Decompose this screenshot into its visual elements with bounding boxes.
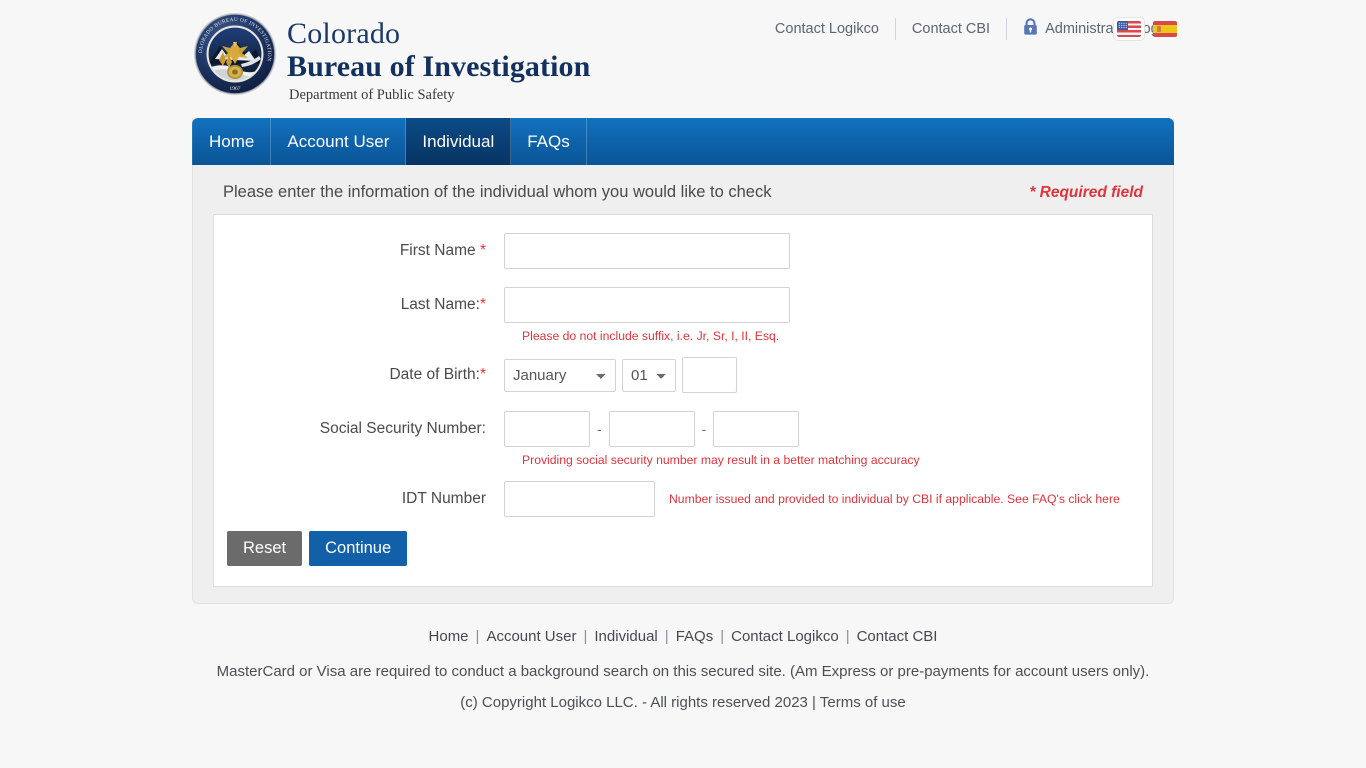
page-root: COLORADO BUREAU OF INVESTIGATION 1967 Co…	[0, 0, 1366, 768]
ssn-separator: -	[597, 421, 602, 437]
ssn-part2-input[interactable]	[608, 411, 695, 447]
last-name-label-text: Last Name:	[400, 296, 480, 313]
row-spacer	[214, 393, 1152, 411]
form-actions: Reset Continue	[214, 517, 1152, 566]
dob-month-select[interactable]: January	[504, 358, 616, 392]
footer-link-individual[interactable]: Individual	[587, 628, 664, 645]
footer-link-home[interactable]: Home	[422, 628, 476, 645]
footer-link-account-user[interactable]: Account User	[479, 628, 583, 645]
nav-tab-faqs[interactable]: FAQs	[511, 118, 587, 165]
ssn-label: Social Security Number:	[319, 420, 486, 437]
date-of-birth-required-mark: *	[479, 366, 486, 383]
form-instruction-text: Please enter the information of the indi…	[223, 183, 772, 201]
last-name-row: Last Name:*	[214, 287, 1152, 323]
idt-number-input[interactable]	[504, 481, 655, 517]
row-spacer	[214, 269, 1152, 287]
ssn-row: Social Security Number: - -	[214, 411, 1152, 447]
brand-text: Colorado Bureau of Investigation Departm…	[287, 12, 590, 104]
individual-search-form: First Name * Last Name:* Please do not i…	[213, 214, 1153, 587]
flag-es-icon	[1153, 21, 1177, 37]
last-name-hint: Please do not include suffix, i.e. Jr, S…	[522, 329, 780, 343]
last-name-input[interactable]	[504, 287, 790, 323]
first-name-label: First Name *	[214, 242, 504, 260]
idt-number-label: IDT Number	[401, 490, 486, 507]
header-utility-links: Contact Logikco Contact CBI Administrato…	[775, 18, 1170, 40]
footer-link-faqs[interactable]: FAQs	[669, 628, 721, 645]
footer-copyright-row: (c) Copyright Logikco LLC. - All rights …	[0, 694, 1366, 711]
ssn-separator: -	[701, 421, 707, 437]
svg-text:1967: 1967	[229, 86, 240, 92]
ssn-hint: Providing social security number may res…	[522, 453, 920, 467]
site-header: COLORADO BUREAU OF INVESTIGATION 1967 Co…	[0, 0, 1366, 110]
idt-number-row: IDT Number Number issued and provided to…	[214, 481, 1152, 517]
required-field-note: * Required field	[1029, 184, 1143, 201]
flag-us-icon	[1117, 21, 1141, 37]
brand-title-colorado: Colorado	[287, 17, 401, 50]
reset-button[interactable]: Reset	[227, 531, 303, 566]
date-of-birth-control: January 01	[504, 357, 737, 393]
last-name-control	[504, 287, 790, 323]
first-name-control	[504, 233, 790, 269]
nav-tab-home[interactable]: Home	[192, 118, 272, 165]
ssn-control: - -	[504, 411, 800, 447]
row-spacer	[214, 471, 1152, 481]
ssn-part3-input[interactable]	[713, 411, 800, 447]
nav-tab-individual[interactable]: Individual	[406, 118, 512, 165]
flag-es-button[interactable]	[1150, 18, 1180, 40]
flag-us-canton	[1117, 21, 1128, 30]
dob-day-select[interactable]: 01	[622, 358, 676, 392]
cbi-seal-icon: COLORADO BUREAU OF INVESTIGATION 1967	[191, 8, 277, 96]
date-of-birth-label: Date of Birth:*	[214, 366, 504, 384]
idt-number-control: Number issued and provided to individual…	[504, 481, 1120, 517]
brand-subtitle-dps: Department of Public Safety	[289, 86, 455, 103]
contact-cbi-link[interactable]: Contact CBI	[896, 21, 1006, 37]
footer-disclaimer: MasterCard or Visa are required to condu…	[216, 663, 1150, 680]
date-of-birth-row: Date of Birth:* January 01	[214, 357, 1152, 393]
first-name-required-mark: *	[479, 242, 486, 259]
first-name-label-text: First Name	[399, 242, 476, 259]
idt-number-hint: Number issued and provided to individual…	[669, 492, 1120, 506]
nav-tab-account-user[interactable]: Account User	[271, 118, 407, 165]
footer-link-contact-logikco[interactable]: Contact Logikco	[724, 628, 846, 645]
footer-separator: |	[845, 628, 850, 645]
footer-terms-link[interactable]: Terms of use	[820, 694, 906, 711]
form-header: Please enter the information of the indi…	[213, 165, 1153, 214]
last-name-required-mark: *	[479, 296, 486, 313]
lock-icon	[1023, 18, 1038, 40]
date-of-birth-label-text: Date of Birth:	[389, 366, 480, 383]
flag-es-crest	[1157, 26, 1161, 32]
contact-logikco-link[interactable]: Contact Logikco	[775, 21, 895, 37]
main-navigation: Home Account User Individual FAQs	[192, 118, 1174, 165]
last-name-label: Last Name:*	[214, 296, 504, 314]
continue-button[interactable]: Continue	[309, 531, 408, 566]
site-footer: Home | Account User | Individual | FAQs | Contac…	[0, 628, 1366, 711]
dob-year-input[interactable]	[682, 357, 737, 393]
panel-inner: Please enter the information of the indi…	[193, 165, 1173, 587]
brand-title-bureau: Bureau of Investigation	[287, 49, 591, 83]
ssn-part1-input[interactable]	[504, 411, 590, 447]
row-spacer	[214, 347, 1152, 357]
first-name-row: First Name *	[214, 233, 1152, 269]
footer-navigation: Home | Account User | Individual | FAQs | Contac…	[0, 628, 1366, 649]
footer-copyright-text: (c) Copyright Logikco LLC. - All rights …	[460, 694, 816, 711]
content-panel: Home Account User Individual FAQs Please…	[192, 118, 1174, 604]
language-switcher	[1114, 18, 1180, 40]
first-name-input[interactable]	[504, 233, 790, 269]
flag-us-button[interactable]	[1114, 18, 1144, 40]
footer-link-contact-cbi[interactable]: Contact CBI	[850, 628, 945, 645]
brand-block: COLORADO BUREAU OF INVESTIGATION 1967 Co…	[191, 8, 590, 104]
